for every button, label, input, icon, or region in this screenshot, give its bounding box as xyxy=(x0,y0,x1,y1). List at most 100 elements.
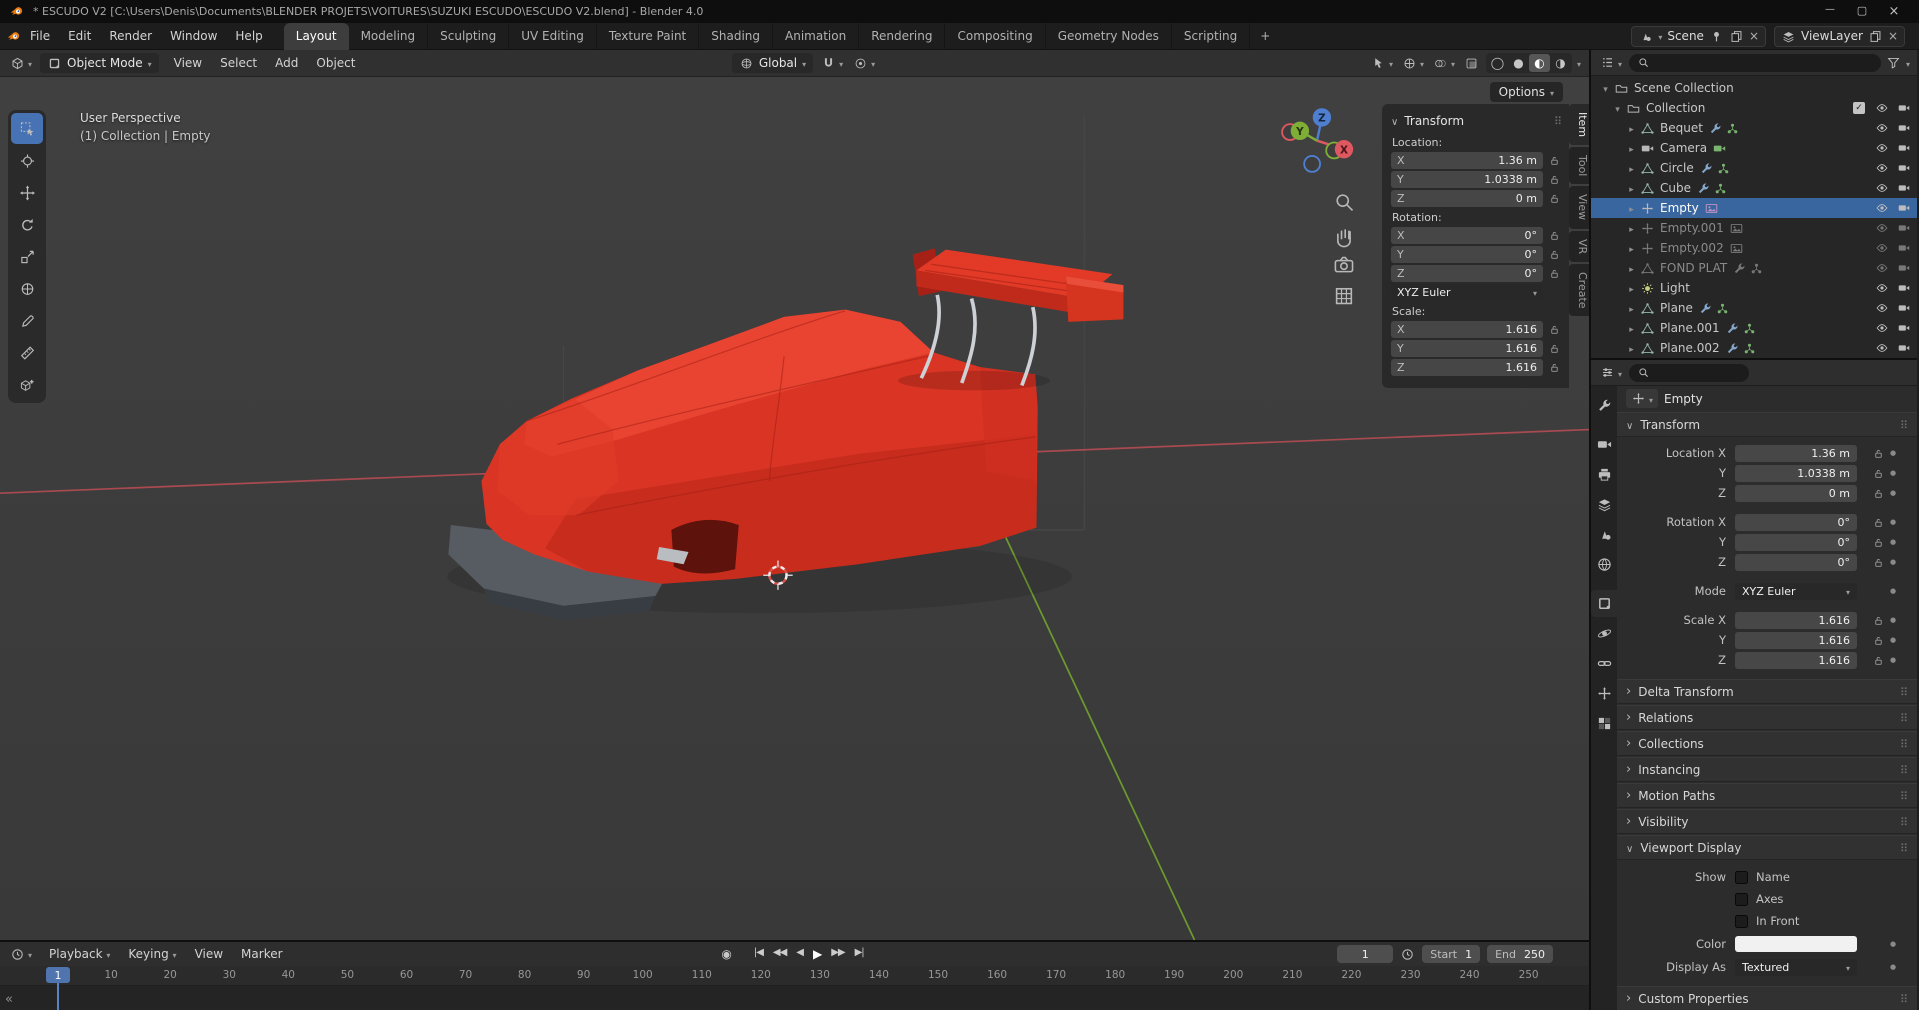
sidebar-tab-tool[interactable]: Tool xyxy=(1569,147,1589,185)
properties-tab-world[interactable] xyxy=(1591,551,1617,578)
breadcrumb-object-button[interactable] xyxy=(1626,389,1659,408)
render-visibility-icon[interactable] xyxy=(1896,141,1911,156)
prop-y-field[interactable]: 1.616 xyxy=(1735,631,1857,649)
panel-relations[interactable]: Relations xyxy=(1617,705,1917,730)
checkbox-in-front[interactable] xyxy=(1735,914,1748,928)
disclosure-triangle-icon[interactable] xyxy=(1625,201,1638,215)
shading-dropdown-icon[interactable] xyxy=(1577,56,1581,70)
render-visibility-icon[interactable] xyxy=(1896,161,1911,176)
scale-z-field[interactable]: Z 1.616 xyxy=(1391,359,1543,376)
panel-transform[interactable]: Transform xyxy=(1617,412,1917,437)
panel-collections[interactable]: Collections xyxy=(1617,731,1917,756)
outliner-item-empty-001[interactable]: Empty.001 xyxy=(1591,218,1917,238)
eye-icon[interactable] xyxy=(1874,121,1889,136)
pin-icon[interactable] xyxy=(1709,29,1724,44)
blender-menu-icon[interactable] xyxy=(6,29,21,44)
prop-z-field[interactable]: 0° xyxy=(1735,553,1857,571)
timeline-editor-type-button[interactable] xyxy=(8,947,34,962)
mode-dropdown[interactable]: Object Mode xyxy=(40,53,159,73)
location-y-field[interactable]: Y 1.0338 m xyxy=(1391,171,1543,188)
tool-select-box[interactable] xyxy=(11,113,43,144)
properties-tab-tool[interactable] xyxy=(1591,392,1617,419)
render-visibility-icon[interactable] xyxy=(1896,281,1911,296)
render-visibility-icon[interactable] xyxy=(1896,121,1911,136)
workspace-tab-scripting[interactable]: Scripting xyxy=(1172,22,1251,50)
properties-tab-scene[interactable] xyxy=(1591,521,1617,548)
outliner-item-plane-001[interactable]: Plane.001 xyxy=(1591,318,1917,338)
render-visibility-icon[interactable] xyxy=(1896,201,1911,216)
workspace-tab-geometry-nodes[interactable]: Geometry Nodes xyxy=(1046,22,1172,50)
lock-icon[interactable] xyxy=(1870,555,1886,570)
eye-icon[interactable] xyxy=(1874,261,1889,276)
render-visibility-icon[interactable] xyxy=(1896,261,1911,276)
playhead[interactable]: 1 xyxy=(46,967,70,983)
disclosure-triangle-icon[interactable] xyxy=(1625,161,1638,175)
eye-icon[interactable] xyxy=(1874,341,1889,356)
workspace-tab-sculpting[interactable]: Sculpting xyxy=(428,22,510,50)
prop-y-field[interactable]: 0° xyxy=(1735,533,1857,551)
unlink-scene-icon[interactable] xyxy=(1749,29,1759,43)
new-view-layer-icon[interactable] xyxy=(1868,29,1883,44)
keyframe-track[interactable] xyxy=(0,986,1589,1010)
viewport-menu-add[interactable]: Add xyxy=(266,52,307,74)
animate-dot-icon[interactable] xyxy=(1886,558,1900,566)
display-as-dropdown[interactable]: Textured xyxy=(1735,958,1857,976)
remove-view-layer-icon[interactable] xyxy=(1888,29,1898,43)
jump-end-button[interactable]: ▶| xyxy=(851,945,868,963)
panel-instancing[interactable]: Instancing xyxy=(1617,757,1917,782)
properties-tab-texture[interactable] xyxy=(1591,710,1617,737)
outliner-collection[interactable]: Collection xyxy=(1591,98,1917,118)
lock-icon[interactable] xyxy=(1870,515,1886,530)
viewport-3d[interactable]: Z X Y User Perspective (1) Collection | … xyxy=(0,77,1589,940)
menu-window[interactable]: Window xyxy=(161,25,226,47)
panel-viewport-display[interactable]: Viewport Display xyxy=(1617,835,1917,860)
lock-icon[interactable] xyxy=(1870,466,1886,481)
outliner-item-empty[interactable]: Empty xyxy=(1591,198,1917,218)
disclosure-triangle-icon[interactable] xyxy=(1625,121,1638,135)
play-button[interactable]: ▶ xyxy=(809,945,825,963)
menu-file[interactable]: File xyxy=(21,25,59,47)
xray-toggle[interactable] xyxy=(1462,56,1481,71)
viewport-menu-view[interactable]: View xyxy=(165,52,211,74)
chevron-down-icon[interactable] xyxy=(1906,56,1910,70)
shading-material-button[interactable]: ◐ xyxy=(1528,54,1550,72)
properties-tab-render[interactable] xyxy=(1591,431,1617,458)
prop-rotation-x-field[interactable]: 0° xyxy=(1735,513,1857,531)
tool-transform[interactable] xyxy=(11,273,43,304)
color-swatch[interactable] xyxy=(1735,936,1857,952)
disclosure-triangle-icon[interactable] xyxy=(1611,101,1624,115)
prop-scale-x-field[interactable]: 1.616 xyxy=(1735,611,1857,629)
eye-icon[interactable] xyxy=(1874,161,1889,176)
lock-icon[interactable] xyxy=(1870,633,1886,648)
properties-tab-output[interactable] xyxy=(1591,461,1617,488)
panel-motion-paths[interactable]: Motion Paths xyxy=(1617,783,1917,808)
outliner-item-plane-002[interactable]: Plane.002 xyxy=(1591,338,1917,358)
disclosure-triangle-icon[interactable] xyxy=(1625,321,1638,335)
tool-rotate[interactable] xyxy=(11,209,43,240)
auto-key-record-button[interactable] xyxy=(721,947,731,961)
checkbox-name[interactable] xyxy=(1735,870,1748,884)
timeline-ruler-area[interactable]: 10 20 30 40 50 60 70 80 90 100 110 120 130 140 150 160 1… xyxy=(0,966,1589,1010)
eye-icon[interactable] xyxy=(1874,181,1889,196)
eye-icon[interactable] xyxy=(1874,221,1889,236)
disclosure-triangle-icon[interactable] xyxy=(1625,281,1638,295)
show-gizmo-button[interactable] xyxy=(1400,56,1426,71)
eye-icon[interactable] xyxy=(1874,141,1889,156)
selectability-dropdown[interactable] xyxy=(1369,56,1395,71)
animate-dot-icon[interactable] xyxy=(1886,449,1900,457)
checkbox-axes[interactable] xyxy=(1735,892,1748,906)
workspace-tab-texture-paint[interactable]: Texture Paint xyxy=(597,22,700,50)
eye-icon[interactable] xyxy=(1874,241,1889,256)
lock-icon[interactable] xyxy=(1870,535,1886,550)
workspace-tab-compositing[interactable]: Compositing xyxy=(945,22,1046,50)
menu-edit[interactable]: Edit xyxy=(59,25,100,47)
timeline-menu-keying[interactable]: Keying xyxy=(119,943,185,965)
lock-icon[interactable] xyxy=(1547,228,1562,243)
editor-type-button[interactable] xyxy=(8,56,34,71)
outliner-item-fond-plat[interactable]: FOND PLAT xyxy=(1591,258,1917,278)
outliner-item-cube[interactable]: Cube xyxy=(1591,178,1917,198)
eye-icon[interactable] xyxy=(1874,321,1889,336)
animate-dot-icon[interactable] xyxy=(1886,940,1900,948)
sidebar-tab-vr[interactable]: VR xyxy=(1569,230,1589,262)
tool-scale[interactable] xyxy=(11,241,43,272)
